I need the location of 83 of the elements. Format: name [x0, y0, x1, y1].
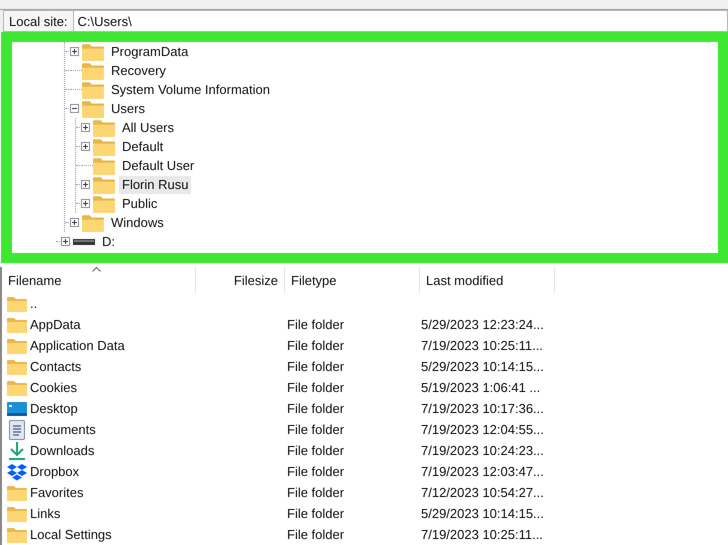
column-header[interactable]: Filesize — [196, 267, 285, 293]
folder-icon — [7, 296, 27, 312]
folder-icon — [7, 380, 27, 396]
folder-icon — [82, 42, 104, 60]
modified-date: 7/19/2023 10:25:11... — [421, 338, 543, 353]
sort-caret-icon — [92, 267, 101, 272]
tree-item[interactable]: Default — [119, 138, 166, 156]
modified-date: 5/19/2023 1:06:41 ... — [421, 380, 540, 395]
folder-icon — [82, 100, 104, 118]
tree-item[interactable]: All Users — [119, 118, 178, 136]
drive-icon — [73, 238, 95, 244]
folder-icon — [7, 484, 27, 500]
column-header[interactable]: Filename — [2, 267, 196, 293]
document-icon — [9, 420, 25, 440]
tree-item[interactable]: D: — [99, 232, 118, 250]
folder-icon — [7, 526, 27, 542]
file-type: File folder — [287, 443, 344, 458]
file-name[interactable]: Links — [30, 506, 60, 521]
folder-icon — [7, 316, 27, 332]
folder-icon — [82, 80, 104, 98]
file-name[interactable]: Dropbox — [30, 464, 80, 479]
file-type: File folder — [287, 464, 344, 479]
expand-toggle[interactable] — [81, 123, 90, 132]
modified-date: 7/19/2023 10:25:11... — [421, 527, 543, 542]
modified-date: 5/29/2023 10:14:15... — [421, 506, 544, 521]
file-type: File folder — [287, 317, 344, 332]
tree-item[interactable]: Public — [119, 194, 160, 212]
file-name[interactable]: Cookies — [30, 380, 77, 395]
file-type: File folder — [287, 401, 344, 416]
tree-item[interactable]: Recovery — [108, 62, 169, 80]
download-icon — [8, 440, 26, 460]
folder-icon — [7, 358, 27, 374]
modified-date: 7/12/2023 10:54:27... — [421, 485, 544, 500]
modified-date: 5/29/2023 12:23:24... — [421, 317, 544, 332]
folder-icon — [93, 194, 115, 212]
folder-icon — [82, 214, 104, 232]
local-site-label: Local site: — [3, 10, 74, 32]
file-name[interactable]: Desktop — [30, 401, 78, 416]
column-header[interactable]: Filetype — [285, 267, 420, 293]
modified-date: 7/19/2023 12:03:47... — [421, 464, 544, 479]
file-type: File folder — [287, 338, 344, 353]
modified-date: 7/19/2023 10:24:23... — [421, 443, 544, 458]
expand-toggle[interactable] — [81, 180, 90, 189]
folder-icon — [93, 138, 115, 156]
folder-icon — [7, 338, 27, 354]
file-name[interactable]: Local Settings — [30, 527, 112, 542]
folder-icon — [82, 62, 104, 80]
modified-date: 7/19/2023 10:17:36... — [421, 401, 544, 416]
expand-toggle[interactable] — [81, 199, 90, 208]
file-type: File folder — [287, 380, 344, 395]
file-name[interactable]: Documents — [30, 422, 96, 437]
tree-item[interactable]: Windows — [108, 214, 167, 232]
tree-item[interactable]: Default User — [119, 156, 198, 174]
expand-toggle[interactable] — [61, 237, 70, 246]
expand-toggle[interactable] — [70, 218, 79, 227]
folder-icon — [93, 156, 115, 174]
collapse-toggle[interactable] — [70, 104, 79, 113]
modified-date: 7/19/2023 12:04:55... — [421, 422, 544, 437]
folder-icon — [7, 506, 27, 522]
file-name[interactable]: Contacts — [30, 359, 82, 374]
expand-toggle[interactable] — [70, 47, 79, 56]
file-name[interactable]: Favorites — [30, 485, 84, 500]
modified-date: 5/29/2023 10:14:15... — [421, 359, 544, 374]
file-name[interactable]: Application Data — [30, 338, 125, 353]
tree-item[interactable]: ProgramData — [108, 42, 192, 60]
folder-icon — [93, 118, 115, 136]
file-name[interactable]: Downloads — [30, 443, 94, 458]
local-site-field[interactable]: C:\Users\ — [74, 10, 728, 32]
expand-toggle[interactable] — [81, 142, 90, 151]
file-type: File folder — [287, 359, 344, 374]
folder-icon — [93, 176, 115, 194]
file-type: File folder — [287, 506, 344, 521]
tree-item[interactable]: System Volume Information — [108, 80, 273, 98]
tree-item[interactable]: Users — [108, 100, 148, 118]
file-name[interactable]: AppData — [30, 317, 81, 332]
file-name[interactable]: .. — [30, 296, 38, 311]
tree-item[interactable]: Florin Rusu — [119, 176, 192, 194]
file-type: File folder — [287, 422, 344, 437]
dropbox-icon — [7, 462, 27, 480]
desktop-icon — [7, 402, 27, 416]
column-header[interactable]: Last modified — [420, 267, 555, 293]
file-type: File folder — [287, 527, 344, 542]
file-type: File folder — [287, 485, 344, 500]
